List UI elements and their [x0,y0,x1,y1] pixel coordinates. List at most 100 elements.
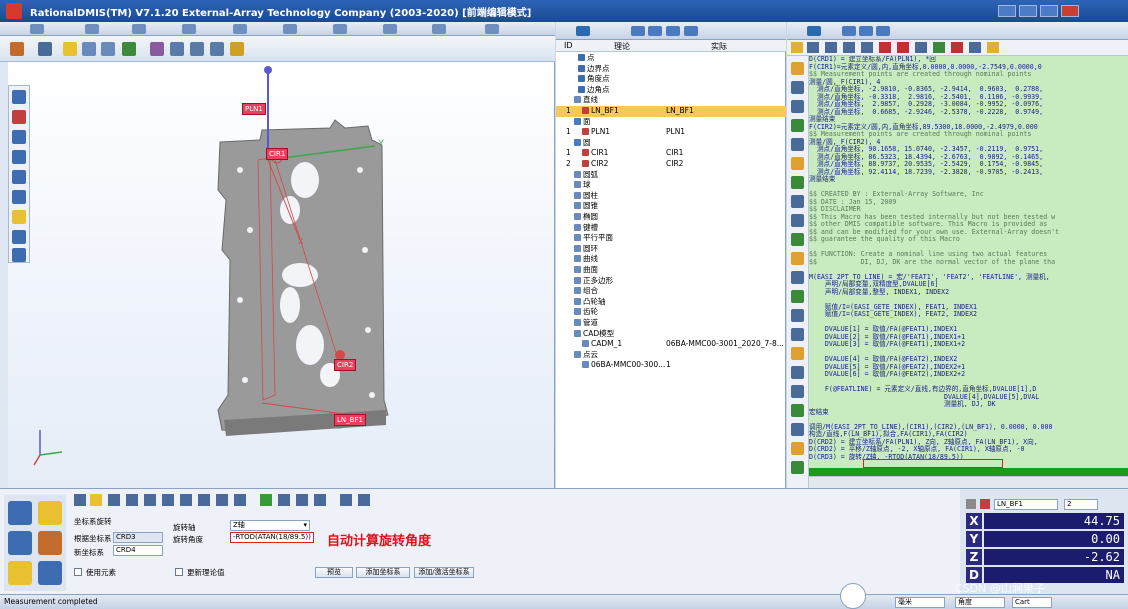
tab-tool-icon[interactable] [283,24,297,34]
rot-axis-select[interactable]: Z轴 ▾ [230,520,310,531]
code-line[interactable]: 测点/直角坐标, 92.4114, 18.7239, -2.3828, -0.9… [809,168,1128,177]
program-tool-icon[interactable] [791,271,804,284]
tree-row[interactable]: 06BA-MMC00-300... 1 [556,360,786,371]
tree-row[interactable]: 键槽 [556,223,786,234]
probe-tilt-icon[interactable] [12,130,26,144]
new-coord-field[interactable]: CRD4 [113,545,163,556]
tab-cube-icon[interactable] [684,26,698,36]
code-editor[interactable]: D(CRD1) = 建立坐标系/FA(PLN1), *回 F(CIR1)=元素定义… [809,56,1128,468]
tab-view-icon[interactable] [333,24,347,34]
add-activate-coord-button[interactable]: 添加/激活坐标系 [414,567,474,578]
program-tool-icon[interactable] [791,138,804,151]
coord-table2-icon[interactable] [314,494,326,506]
cir1-flag[interactable]: CIR1 [266,148,289,160]
coord-export-icon[interactable] [358,494,370,506]
tab-tools-icon[interactable] [631,26,645,36]
probe-last-icon[interactable] [12,248,26,262]
coord-delete-icon[interactable] [234,494,246,506]
restore-button[interactable] [1040,5,1058,17]
program-tool-icon[interactable] [791,176,804,189]
comment-icon[interactable] [861,42,873,53]
code-line[interactable]: 测量机, DJ, DK [809,400,1128,409]
open-icon[interactable] [791,42,803,53]
program-tool-icon[interactable] [791,214,804,227]
cut-icon[interactable] [897,42,909,53]
angle-select[interactable]: 角度 [955,597,1005,608]
measure-mode-icon[interactable] [8,501,32,525]
assistant-avatar[interactable] [840,583,866,609]
program-tool-icon[interactable] [791,309,804,322]
ref-coord-field[interactable]: CRD3 [113,532,163,543]
code-line[interactable]: 赋值/I=(EASI_GETE_INDEX), FEAT2, INDEX2 [809,310,1128,319]
tab-settings-icon[interactable] [383,24,397,34]
ln-bf1-flag[interactable]: LN_BF1 [334,414,366,426]
code-scrollbar[interactable] [809,476,1128,488]
tree-row[interactable]: 圆弧 [556,170,786,181]
program-tool-icon[interactable] [791,100,804,113]
light-icon[interactable] [230,42,244,56]
tree-row[interactable]: 圆柱 [556,191,786,202]
probe-red-icon[interactable] [12,110,26,124]
tree-row[interactable]: 边界点 [556,64,786,75]
tree-row[interactable]: 1 CIR1 CIR1 [556,148,786,159]
maximize-button[interactable] [1019,5,1037,17]
tab-cad-icon[interactable] [432,24,446,34]
program-tool-icon[interactable] [791,62,804,75]
units-select[interactable]: 毫米 [895,597,945,608]
program-tool-icon[interactable] [791,157,804,170]
tree-row[interactable]: 齿轮 [556,307,786,318]
fit-view-icon[interactable] [82,42,96,56]
code-line[interactable]: 测点/直角坐标, 0.6685, -2.9246, -2.5378, -0.22… [809,108,1128,117]
delete-icon[interactable] [879,42,891,53]
program-tool-icon[interactable] [791,442,804,455]
stop-icon[interactable] [951,42,963,53]
tab-grid-icon[interactable] [132,24,146,34]
tree-row[interactable]: 2 CIR2 CIR2 [556,159,786,170]
probe-angle-icon[interactable] [12,170,26,184]
program-tool-icon[interactable] [791,252,804,265]
code-line[interactable]: $$ guarantee the quality of this Macro [809,235,1128,244]
program-tool-icon[interactable] [791,233,804,246]
close-button[interactable] [1061,5,1079,17]
coord-create-icon[interactable] [74,494,86,506]
program-tool-icon[interactable] [791,81,804,94]
tree-row[interactable]: 边角点 [556,85,786,96]
tolerance-mode-icon[interactable] [8,531,32,555]
home-view-icon[interactable] [10,42,24,56]
tree-row[interactable]: 组合 [556,286,786,297]
tree-row[interactable]: CADM_1 06BA-MMC00-3001_2020_7-8... [556,339,786,350]
tree-row[interactable]: 1 LN_BF1 LN_BF1 [556,106,786,117]
cir2-flag[interactable]: CIR2 [334,359,357,371]
tab-probe2-icon[interactable] [648,26,662,36]
tab-run-icon[interactable] [842,26,856,36]
program-tool-icon[interactable] [791,290,804,303]
program-tool-icon[interactable] [791,328,804,341]
tree-row[interactable]: 面 [556,117,786,128]
tree-row[interactable]: 点 [556,53,786,64]
tree-row[interactable]: 凸轮轴 [556,297,786,308]
tab-program-icon[interactable] [807,26,821,36]
code-line[interactable]: DVALUE[3] = 取值/FA(@FEAT1),INDEX1+2 [809,340,1128,349]
readout-count-select[interactable]: 2 [1064,499,1098,510]
readout-feature-select[interactable]: LN_BF1 [994,499,1058,510]
coord-recall-icon[interactable] [162,494,174,506]
tab-doc-icon[interactable] [85,24,99,34]
tab-features-icon[interactable] [576,26,590,36]
pencil-icon[interactable] [980,499,990,509]
3d-viewport[interactable]: Y X PLN1 CIR1 CIR2 LN_BF1 [8,62,554,488]
select-cursor-icon[interactable] [38,42,52,56]
paste-icon[interactable] [933,42,945,53]
tab-table-icon[interactable] [666,26,680,36]
tree-row[interactable]: 直线 [556,95,786,106]
program-tool-icon[interactable] [791,195,804,208]
coord-iterative-icon[interactable] [216,494,228,506]
tree-row[interactable]: 点云 [556,350,786,361]
tree-row[interactable]: 曲面 [556,265,786,276]
coordinate-mode-icon[interactable] [8,561,32,585]
probe-view-icon[interactable] [150,42,164,56]
tree-row[interactable]: 角度点 [556,74,786,85]
measure-icon[interactable] [210,42,224,56]
program-tool-icon[interactable] [791,461,804,474]
save-icon[interactable] [807,42,819,53]
program-tool-icon[interactable] [791,385,804,398]
